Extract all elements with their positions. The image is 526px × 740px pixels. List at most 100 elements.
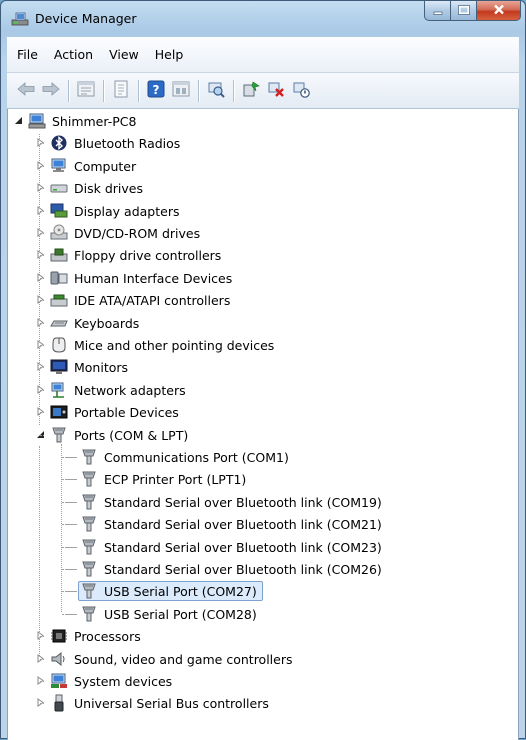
tree-connector bbox=[62, 547, 76, 548]
help-button[interactable]: ? bbox=[145, 80, 167, 102]
caption-buttons bbox=[424, 1, 521, 23]
category-computer[interactable]: Computer bbox=[34, 155, 142, 177]
category-display-adapters[interactable]: Display adapters bbox=[34, 200, 185, 222]
node-label: Standard Serial over Bluetooth link (COM… bbox=[104, 494, 382, 510]
forward-icon bbox=[41, 81, 61, 100]
device-manager-icon bbox=[11, 11, 29, 27]
toolbar-separator bbox=[68, 79, 69, 102]
tree-connector bbox=[40, 323, 44, 324]
computer-root-icon bbox=[28, 112, 46, 130]
uninstall-button[interactable] bbox=[265, 80, 287, 102]
collapse-arrow-icon[interactable] bbox=[14, 116, 23, 125]
category-dvd-cd-rom-drives[interactable]: DVD/CD-ROM drives bbox=[34, 222, 206, 244]
tree-root[interactable]: Shimmer-PC8 bbox=[12, 110, 142, 132]
category-bluetooth-radios[interactable]: Bluetooth Radios bbox=[34, 132, 186, 154]
category-portable-devices[interactable]: Portable Devices bbox=[34, 401, 185, 423]
port-usb-serial-port-com28[interactable]: USB Serial Port (COM28) bbox=[65, 603, 263, 625]
maximize-button[interactable] bbox=[451, 1, 477, 21]
node-label: Monitors bbox=[74, 359, 129, 375]
node-label: Display adapters bbox=[74, 203, 180, 219]
node-label: Disk drives bbox=[74, 180, 143, 196]
tree-connector bbox=[40, 636, 44, 637]
tree-connector bbox=[62, 614, 76, 615]
mouse-icon bbox=[50, 336, 68, 354]
ide-controller-icon bbox=[50, 291, 68, 309]
scan-hardware-icon bbox=[207, 80, 225, 101]
menu-action[interactable]: Action bbox=[46, 45, 101, 64]
svg-text:?: ? bbox=[153, 83, 160, 97]
category-system-devices[interactable]: System devices bbox=[34, 670, 178, 692]
disable-button[interactable] bbox=[290, 80, 312, 102]
category-monitors[interactable]: Monitors bbox=[34, 356, 134, 378]
minimize-button[interactable] bbox=[424, 1, 451, 21]
back-button[interactable] bbox=[15, 80, 37, 102]
node-label-wrap: Standard Serial over Bluetooth link (COM… bbox=[78, 492, 388, 512]
uninstall-icon bbox=[267, 80, 285, 101]
category-keyboards[interactable]: Keyboards bbox=[34, 312, 145, 334]
menu-help[interactable]: Help bbox=[147, 45, 192, 64]
tree-connector bbox=[62, 479, 76, 480]
category-floppy-drive-controllers[interactable]: Floppy drive controllers bbox=[34, 244, 227, 266]
port-usb-serial-port-com27[interactable]: USB Serial Port (COM27) bbox=[65, 580, 263, 602]
menu-file[interactable]: File bbox=[9, 45, 46, 64]
category-network-adapters[interactable]: Network adapters bbox=[34, 379, 192, 401]
back-icon bbox=[16, 81, 36, 100]
node-label: Processors bbox=[74, 628, 141, 644]
node-label: Keyboards bbox=[74, 315, 140, 331]
node-label-wrap: Processors bbox=[48, 626, 147, 646]
window-title: Device Manager bbox=[35, 11, 137, 26]
device-tree[interactable]: Shimmer-PC8 Bluetooth Radios Computer Disk… bbox=[7, 109, 519, 740]
show-hidden-button[interactable] bbox=[170, 80, 192, 102]
update-driver-button[interactable] bbox=[240, 80, 262, 102]
node-label-wrap: Bluetooth Radios bbox=[48, 133, 186, 153]
node-label-wrap: Sound, video and game controllers bbox=[48, 649, 299, 669]
scan-hardware-button[interactable] bbox=[205, 80, 227, 102]
port-icon bbox=[80, 493, 98, 511]
category-disk-drives[interactable]: Disk drives bbox=[34, 177, 149, 199]
port-communications-port-com1[interactable]: Communications Port (COM1) bbox=[65, 446, 295, 468]
node-label: Sound, video and game controllers bbox=[74, 651, 293, 667]
close-button[interactable] bbox=[477, 1, 521, 21]
port-standard-serial-over-bluetooth-link-com23[interactable]: Standard Serial over Bluetooth link (COM… bbox=[65, 536, 388, 558]
node-label: Network adapters bbox=[74, 382, 186, 398]
sound-icon bbox=[50, 650, 68, 668]
port-ecp-printer-port-lpt1[interactable]: ECP Printer Port (LPT1) bbox=[65, 468, 252, 490]
category-ports-com-lpt[interactable]: Ports (COM & LPT) bbox=[34, 424, 194, 446]
document-button[interactable] bbox=[110, 80, 132, 102]
port-icon bbox=[50, 426, 68, 444]
category-universal-serial-bus-controllers[interactable]: Universal Serial Bus controllers bbox=[34, 692, 275, 714]
properties-list-button[interactable] bbox=[75, 80, 97, 102]
device-manager-window: Device Manager File Action View Help ? S… bbox=[0, 0, 526, 740]
tree-connector bbox=[62, 569, 76, 570]
node-label: Universal Serial Bus controllers bbox=[74, 695, 269, 711]
port-standard-serial-over-bluetooth-link-com21[interactable]: Standard Serial over Bluetooth link (COM… bbox=[65, 513, 388, 535]
category-processors[interactable]: Processors bbox=[34, 625, 147, 647]
node-label-wrap: USB Serial Port (COM27) bbox=[78, 581, 263, 601]
processor-icon bbox=[50, 627, 68, 645]
toolbar-separator bbox=[138, 79, 139, 102]
disk-drive-icon bbox=[50, 179, 68, 197]
node-label-wrap: Standard Serial over Bluetooth link (COM… bbox=[78, 537, 388, 557]
node-label-wrap: System devices bbox=[48, 671, 178, 691]
node-label: ECP Printer Port (LPT1) bbox=[104, 471, 247, 487]
title-bar[interactable]: Device Manager bbox=[1, 1, 525, 37]
port-standard-serial-over-bluetooth-link-com19[interactable]: Standard Serial over Bluetooth link (COM… bbox=[65, 491, 388, 513]
category-ide-ata-atapi-controllers[interactable]: IDE ATA/ATAPI controllers bbox=[34, 289, 236, 311]
toolbar-separator bbox=[103, 79, 104, 102]
tree-connector bbox=[40, 412, 44, 413]
tree-connector bbox=[40, 367, 44, 368]
node-label-wrap: Human Interface Devices bbox=[48, 268, 238, 288]
node-label-wrap: Computer bbox=[48, 156, 142, 176]
port-standard-serial-over-bluetooth-link-com26[interactable]: Standard Serial over Bluetooth link (COM… bbox=[65, 558, 388, 580]
category-human-interface-devices[interactable]: Human Interface Devices bbox=[34, 267, 238, 289]
node-label: Mice and other pointing devices bbox=[74, 337, 275, 353]
category-sound-video-and-game-controllers[interactable]: Sound, video and game controllers bbox=[34, 648, 299, 670]
node-label-wrap: ECP Printer Port (LPT1) bbox=[78, 469, 252, 489]
properties-list-icon bbox=[77, 81, 95, 100]
category-mice-and-other-pointing-devices[interactable]: Mice and other pointing devices bbox=[34, 334, 280, 356]
forward-button[interactable] bbox=[40, 80, 62, 102]
toolbar-separator bbox=[233, 79, 234, 102]
menu-view[interactable]: View bbox=[101, 45, 147, 64]
update-driver-icon bbox=[242, 80, 260, 101]
portable-device-icon bbox=[50, 403, 68, 421]
